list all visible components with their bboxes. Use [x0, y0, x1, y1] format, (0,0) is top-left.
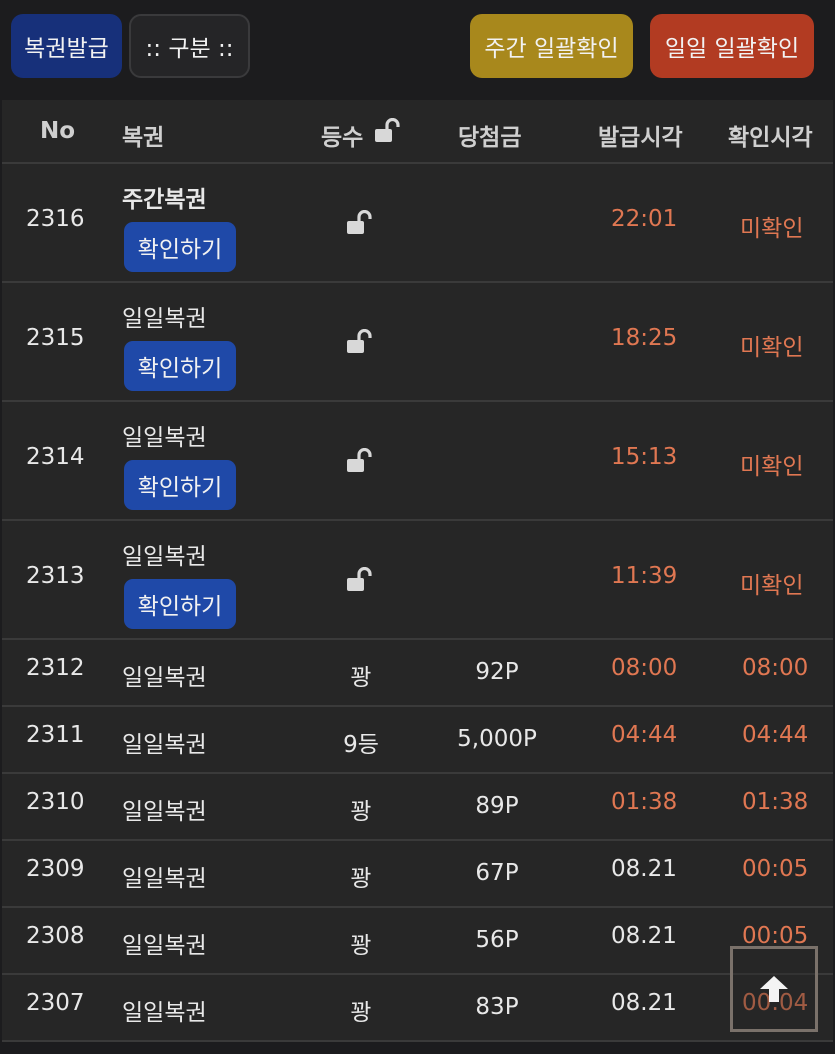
- row-issued-at: 18:25: [611, 325, 678, 351]
- table-row: 2316 주간복권확인하기 22:01 미확인: [2, 164, 833, 283]
- row-rank: 꽝: [350, 933, 372, 959]
- header-issued-at: 발급시각: [598, 125, 683, 151]
- toolbar: 복권발급 :: 구분 :: 주간 일괄확인 일일 일괄확인: [0, 0, 835, 100]
- table-row: 2313 일일복권확인하기 11:39 미확인: [2, 521, 833, 640]
- row-no: 2311: [26, 722, 85, 748]
- table-row: 2314 일일복권확인하기 15:13 미확인: [2, 402, 833, 521]
- row-issued-at: 11:39: [611, 563, 678, 589]
- header-prize: 당첨금: [458, 125, 522, 151]
- row-checked-status: 미확인: [740, 335, 804, 361]
- table-row: 2307 일일복권 꽝 83P 08.21 00:04: [2, 975, 833, 1042]
- row-checked-status: 미확인: [740, 454, 804, 480]
- row-issued-at: 22:01: [611, 206, 678, 232]
- table-row: 2310 일일복권 꽝 89P 01:38 01:38: [2, 774, 833, 841]
- arrow-up-icon: [760, 976, 788, 1002]
- confirm-ticket-button[interactable]: 확인하기: [124, 460, 236, 510]
- row-prize: 83P: [475, 994, 519, 1020]
- row-prize: 89P: [475, 793, 519, 819]
- row-issued-at: 08.21: [611, 923, 677, 949]
- row-no: 2310: [26, 789, 85, 815]
- row-prize: 5,000P: [457, 726, 537, 752]
- row-no: 2312: [26, 655, 85, 681]
- row-no: 2316: [26, 206, 85, 232]
- row-ticket-type: 일일복권: [122, 933, 207, 959]
- row-checked-status: 미확인: [740, 573, 804, 599]
- row-issued-at: 15:13: [611, 444, 678, 470]
- row-rank: 꽝: [350, 1000, 372, 1026]
- row-ticket-type: 일일복권: [122, 866, 207, 892]
- row-no: 2309: [26, 856, 85, 882]
- row-checked-status: 미확인: [740, 216, 804, 242]
- row-ticket-type: 일일복권: [122, 732, 207, 758]
- row-prize: 56P: [475, 927, 519, 953]
- confirm-ticket-button[interactable]: 확인하기: [124, 341, 236, 391]
- row-rank: 꽝: [350, 665, 372, 691]
- unlock-icon: [346, 448, 374, 474]
- row-ticket-type: 일일복권: [122, 799, 207, 825]
- header-ticket: 복권: [122, 125, 165, 151]
- row-checked-at: 08:00: [742, 655, 809, 681]
- row-no: 2315: [26, 325, 85, 351]
- unlock-icon: [374, 118, 402, 144]
- row-no: 2314: [26, 444, 85, 470]
- daily-confirm-all-button[interactable]: 일일 일괄확인: [650, 14, 814, 78]
- row-ticket-type: 일일복권: [122, 1000, 207, 1026]
- category-select[interactable]: :: 구분 ::: [129, 14, 250, 78]
- row-checked-at: 04:44: [742, 722, 809, 748]
- scroll-to-top-button[interactable]: [730, 946, 818, 1032]
- row-ticket-type: 일일복권: [122, 306, 207, 332]
- row-issued-at: 01:38: [611, 789, 678, 815]
- row-checked-at: 01:38: [742, 789, 809, 815]
- header-checked-at: 확인시각: [728, 125, 813, 151]
- row-no: 2313: [26, 563, 85, 589]
- row-ticket-type: 일일복권: [122, 544, 207, 570]
- unlock-icon: [346, 210, 374, 236]
- unlock-icon: [346, 567, 374, 593]
- table-row: 2308 일일복권 꽝 56P 08.21 00:05: [2, 908, 833, 975]
- row-issued-at: 04:44: [611, 722, 678, 748]
- confirm-ticket-button[interactable]: 확인하기: [124, 579, 236, 629]
- row-prize: 92P: [475, 659, 519, 685]
- table-row: 2311 일일복권 9등 5,000P 04:44 04:44: [2, 707, 833, 774]
- row-prize: 67P: [475, 860, 519, 886]
- header-no: No: [40, 118, 76, 144]
- confirm-ticket-button[interactable]: 확인하기: [124, 222, 236, 272]
- table-row: 2312 일일복권 꽝 92P 08:00 08:00: [2, 640, 833, 707]
- row-rank: 꽝: [350, 866, 372, 892]
- row-rank: 꽝: [350, 799, 372, 825]
- row-ticket-type: 일일복권: [122, 425, 207, 451]
- unlock-icon: [346, 329, 374, 355]
- table-header: No 복권 등수 당첨금 발급시각 확인시각: [2, 100, 833, 164]
- row-no: 2307: [26, 990, 85, 1016]
- row-rank: 9등: [343, 732, 379, 758]
- row-no: 2308: [26, 923, 85, 949]
- row-checked-at: 00:05: [742, 856, 809, 882]
- lottery-table: No 복권 등수 당첨금 발급시각 확인시각 2316 주간복권확인하기 22:01…: [2, 100, 833, 1042]
- weekly-confirm-all-button[interactable]: 주간 일괄확인: [470, 14, 633, 78]
- table-row: 2315 일일복권확인하기 18:25 미확인: [2, 283, 833, 402]
- row-issued-at: 08:00: [611, 655, 678, 681]
- row-issued-at: 08.21: [611, 990, 677, 1016]
- row-ticket-type: 일일복권: [122, 665, 207, 691]
- table-row: 2309 일일복권 꽝 67P 08.21 00:05: [2, 841, 833, 908]
- row-issued-at: 08.21: [611, 856, 677, 882]
- issue-ticket-button[interactable]: 복권발급: [11, 14, 122, 78]
- row-ticket-type: 주간복권: [122, 187, 207, 213]
- header-rank: 등수: [321, 125, 364, 151]
